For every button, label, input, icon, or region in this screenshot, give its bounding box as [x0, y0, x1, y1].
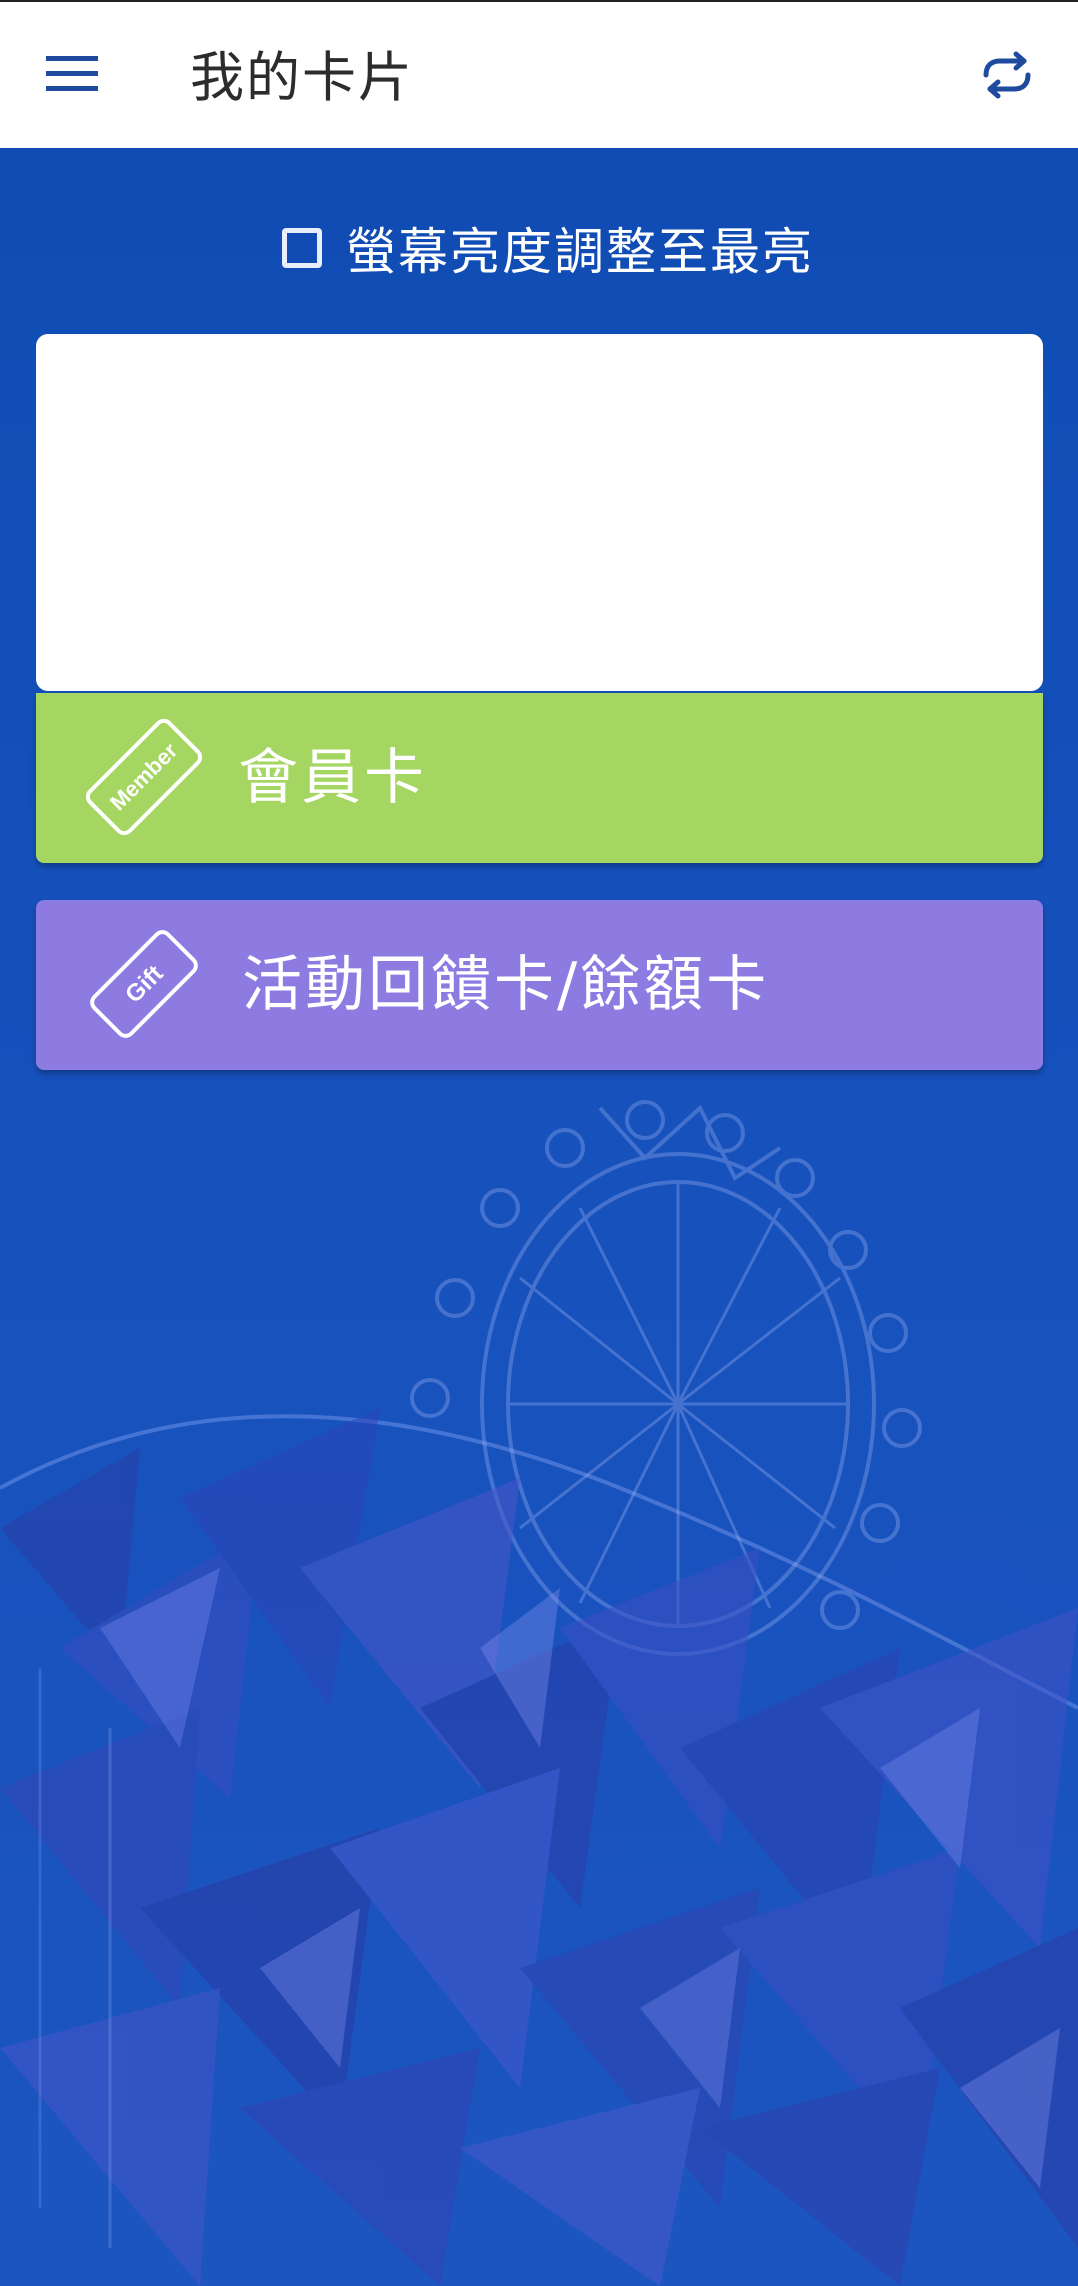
- member-card-label: 會員卡: [238, 743, 427, 813]
- app-bar: 我的卡片: [0, 0, 1078, 148]
- member-tag-text: Member: [105, 738, 183, 816]
- brightness-toggle[interactable]: 螢幕亮度調整至最亮: [282, 210, 814, 286]
- hamburger-menu-icon: [46, 56, 98, 91]
- refresh-icon: [983, 51, 1031, 99]
- triangle-pattern: [0, 1408, 1078, 2286]
- menu-button[interactable]: [40, 42, 104, 106]
- gift-card-button[interactable]: Gift 活動回饋卡/餘額卡: [36, 900, 1043, 1070]
- card-barcode-area: [36, 334, 1043, 691]
- gift-card-label: 活動回饋卡/餘額卡: [242, 950, 770, 1020]
- page-title: 我的卡片: [190, 46, 414, 109]
- brightness-label: 螢幕亮度調整至最亮: [346, 223, 814, 281]
- gift-tag-icon: Gift: [90, 930, 198, 1038]
- refresh-button[interactable]: [972, 40, 1042, 110]
- main-content: 螢幕亮度調整至最亮 Member 會員卡 Gift 活動回饋卡/餘額卡: [0, 148, 1078, 2286]
- member-card-button[interactable]: Member 會員卡: [36, 693, 1043, 863]
- member-tag-icon: Member: [85, 718, 203, 836]
- brightness-checkbox[interactable]: [282, 228, 322, 268]
